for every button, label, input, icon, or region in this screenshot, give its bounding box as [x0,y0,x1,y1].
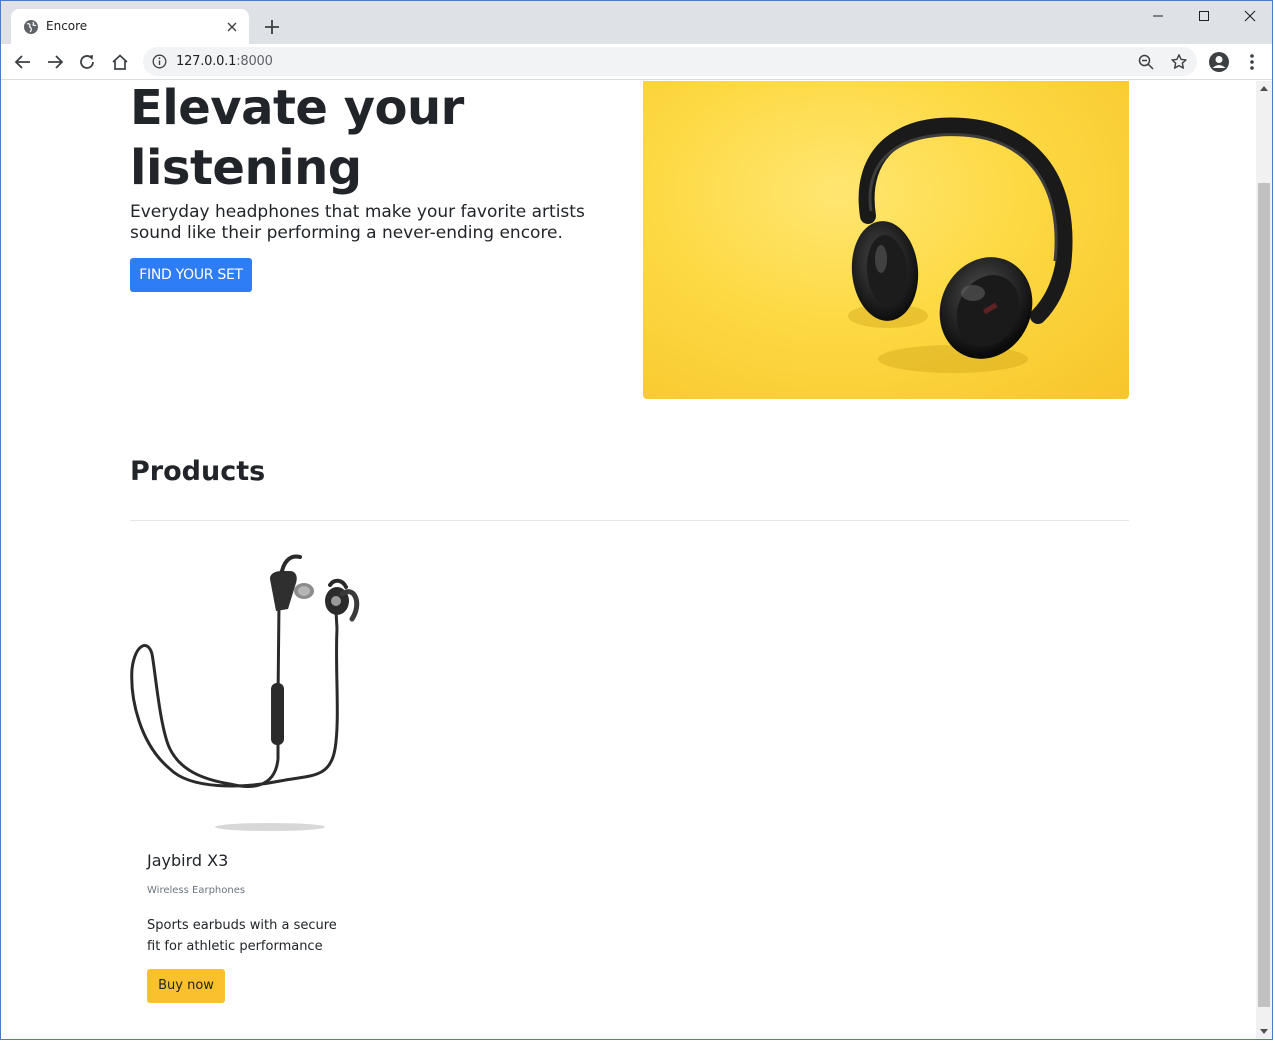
hero-headphones-image [643,81,1129,399]
tab-title: Encore [46,19,88,33]
info-icon[interactable] [152,54,167,69]
section-divider [130,520,1129,521]
buy-now-button[interactable]: Buy now [147,969,225,1003]
browser-toolbar: 127.0.0.1:8000 [1,44,1272,80]
minimize-button[interactable] [1135,1,1181,31]
product-description: Sports earbuds with a secure fit for ath… [147,918,337,954]
browser-tab[interactable]: Encore [11,9,249,44]
product-subtitle: Wireless Earphones [147,885,246,896]
url-text[interactable]: 127.0.0.1:8000 [176,54,273,69]
forward-button[interactable] [42,49,68,75]
home-button[interactable] [107,49,133,75]
scrollbar-thumb[interactable] [1258,183,1270,1007]
earphones-product-image [130,549,360,839]
product-name: Jaybird X3 [147,851,229,870]
scroll-down-arrow-icon[interactable] [1260,1029,1268,1034]
back-button[interactable] [10,49,36,75]
menu-kebab-icon[interactable] [1241,51,1263,73]
vertical-scrollbar[interactable] [1256,81,1272,1039]
maximize-button[interactable] [1181,1,1227,31]
scroll-up-arrow-icon[interactable] [1260,86,1268,91]
hero-lead: Everyday headphones that make your favor… [130,202,585,243]
url-host: 127.0.0.1 [176,54,237,69]
hero-title: Elevate your listening [130,81,464,196]
globe-icon [23,19,39,35]
close-tab-icon[interactable] [223,18,241,36]
products-section-title: Products [130,456,266,487]
find-your-set-button[interactable]: FIND YOUR SET [130,258,252,292]
url-port: :8000 [236,54,273,69]
browser-window: Encore 127.0.0.1:8000 Elevate your liste… [0,0,1273,1040]
reload-button[interactable] [74,49,100,75]
product-card: Jaybird X3 Wireless Earphones Sports ear… [130,549,360,1009]
address-bar[interactable]: 127.0.0.1:8000 [143,47,1197,76]
zoom-icon[interactable] [1137,53,1155,71]
profile-avatar-icon[interactable] [1208,51,1230,73]
bookmark-star-icon[interactable] [1170,53,1188,71]
tab-strip: Encore [1,1,1272,44]
close-window-button[interactable] [1227,1,1272,31]
page-viewport: Elevate your listening Everyday headphon… [1,81,1256,1039]
new-tab-button[interactable] [260,15,284,39]
